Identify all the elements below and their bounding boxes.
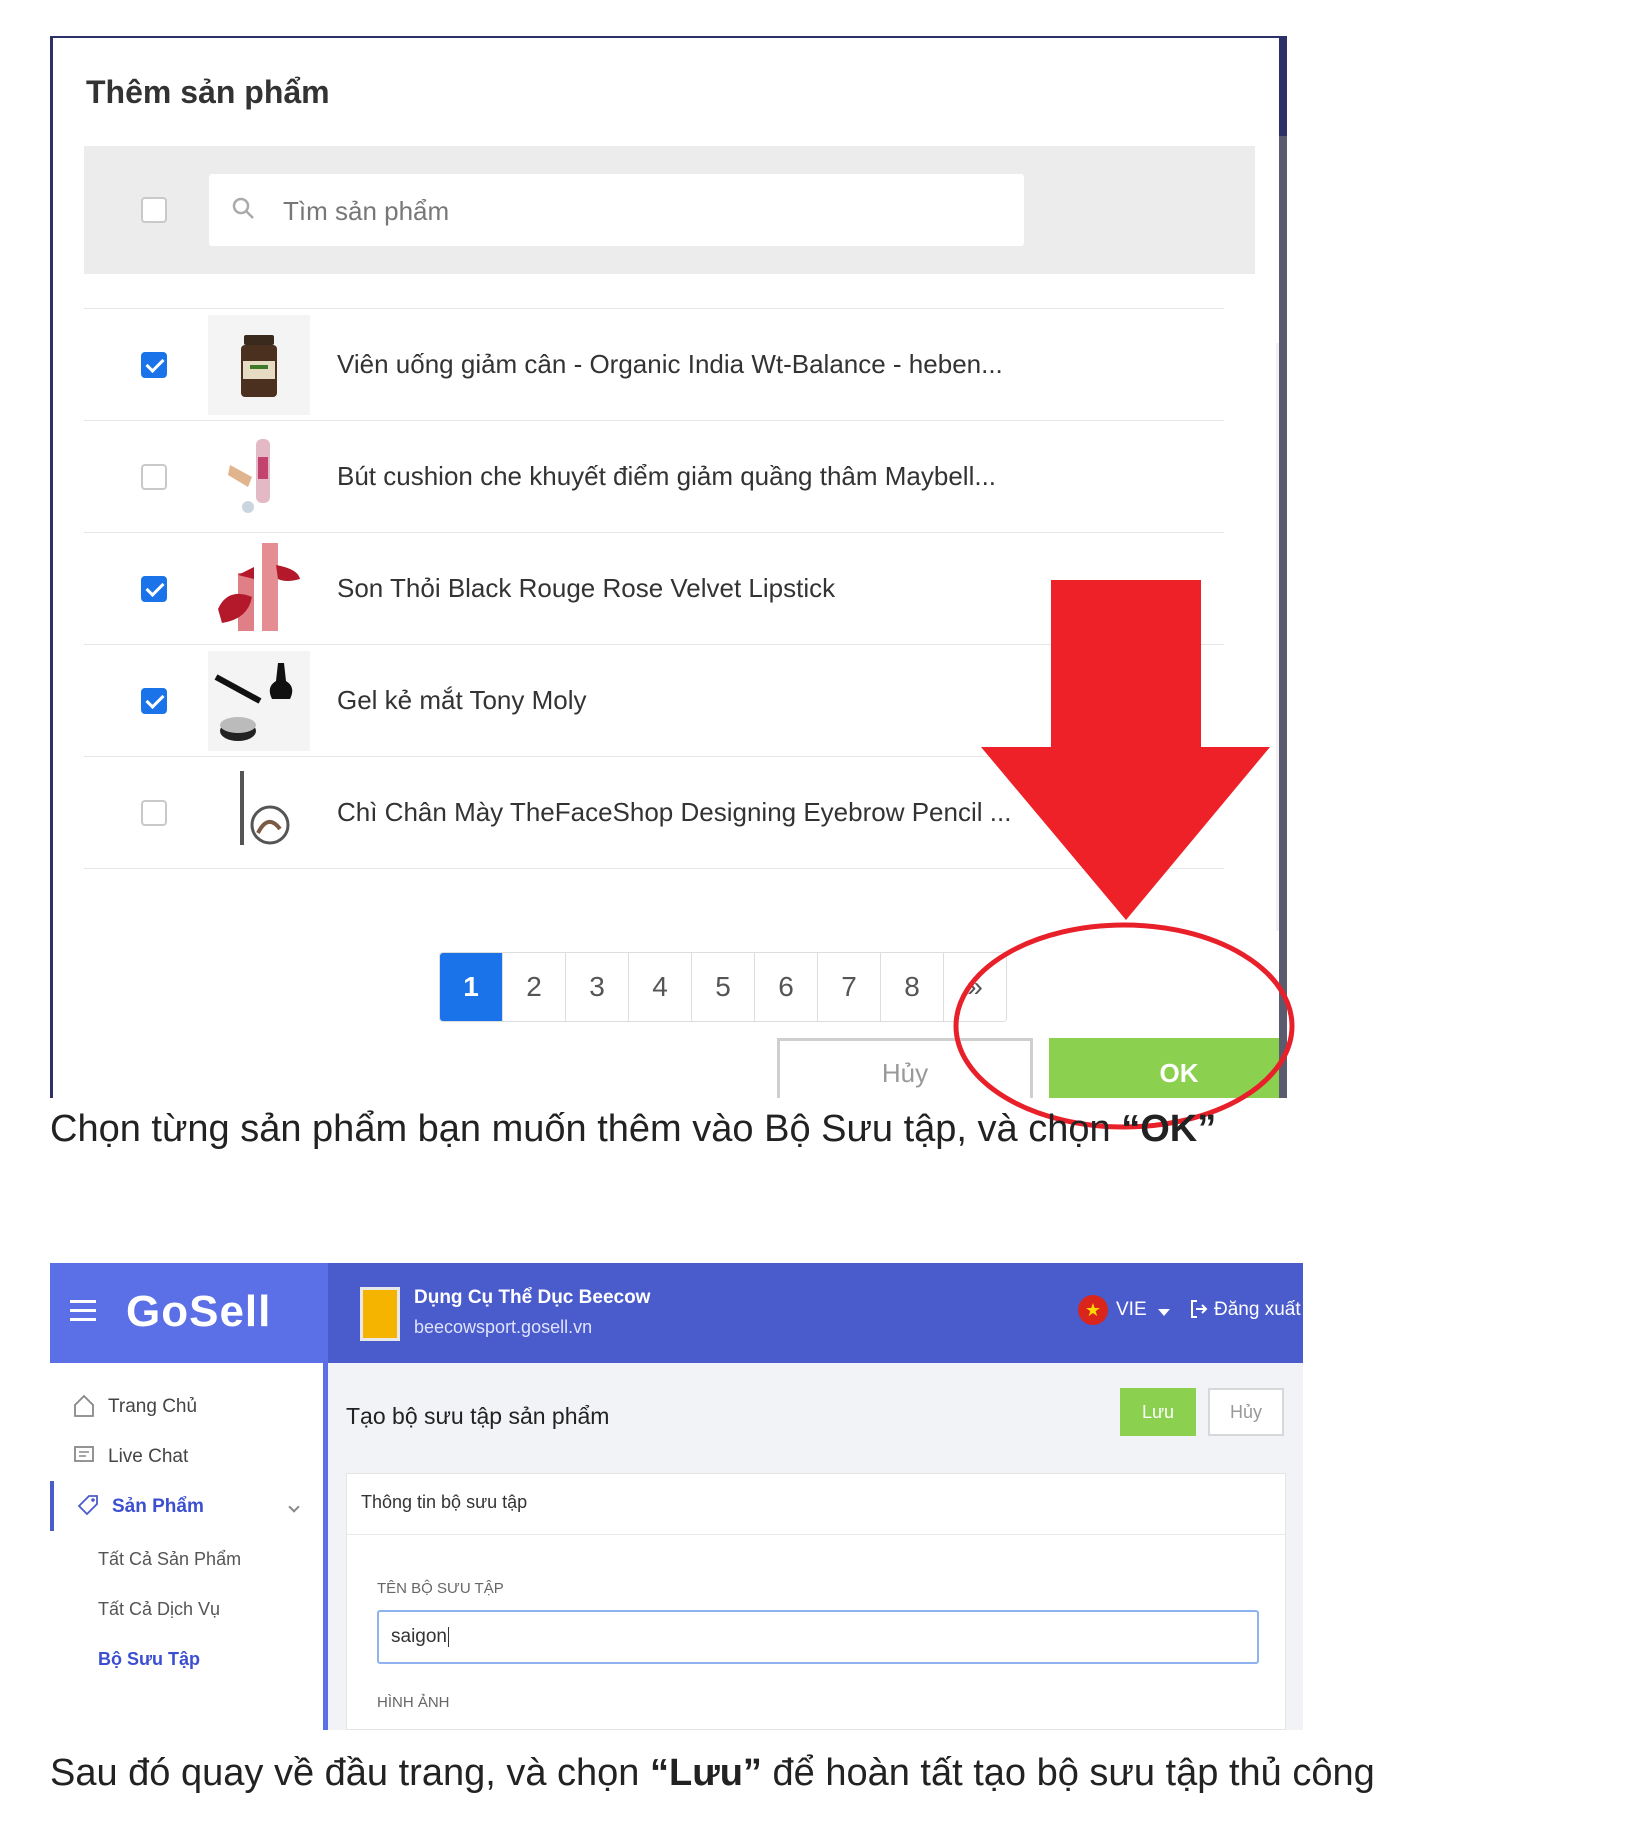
cancel-button[interactable]: Hủy xyxy=(1208,1388,1284,1436)
page-8-button[interactable]: 8 xyxy=(880,953,943,1021)
product-row[interactable]: Viên uống giảm cân - Organic India Wt-Ba… xyxy=(84,308,1224,421)
page-7-button[interactable]: 7 xyxy=(817,953,880,1021)
eyeliner-gel-icon xyxy=(214,663,293,741)
search-input[interactable]: Tìm sản phẩm xyxy=(209,174,1024,246)
product-list: Viên uống giảm cân - Organic India Wt-Ba… xyxy=(84,308,1224,908)
store-logo-icon xyxy=(360,1287,400,1341)
page-6-button[interactable]: 6 xyxy=(754,953,817,1021)
supplement-bottle-icon xyxy=(241,335,277,397)
eyebrow-pencil-icon xyxy=(240,771,290,845)
product-row[interactable]: Gel kẻ mắt Tony Moly xyxy=(84,644,1224,757)
sidebar-item-label: Trang Chủ xyxy=(108,1396,198,1417)
caption-step-save: Sau đó quay về đầu trang, và chọn “Lưu” … xyxy=(50,1752,1375,1795)
sidebar-item-home[interactable]: Trang Chủ xyxy=(50,1381,323,1431)
list-row-partial xyxy=(84,868,1224,908)
dialog-edge xyxy=(1279,36,1287,1098)
pagination: 1 2 3 4 5 6 7 8 » xyxy=(439,952,1007,1022)
sidebar-subitem-all-products[interactable]: Tất Cả Sản Phẩm xyxy=(98,1549,241,1570)
page-3-button[interactable]: 3 xyxy=(565,953,628,1021)
store-name: Dụng Cụ Thể Dục Beecow xyxy=(414,1287,651,1308)
caption-step-select: Chọn từng sản phẩm bạn muốn thêm vào Bộ … xyxy=(50,1108,1216,1151)
add-product-dialog: Thêm sản phẩm Tìm sản phẩm Viên uống giả… xyxy=(50,36,1286,1098)
product-thumbnail xyxy=(208,651,310,751)
cancel-button[interactable]: Hủy xyxy=(777,1038,1033,1098)
page-2-button[interactable]: 2 xyxy=(502,953,565,1021)
dialog-edge-top xyxy=(1279,36,1287,136)
collection-name-value: saigon xyxy=(391,1626,449,1647)
divider xyxy=(347,1534,1285,1535)
caption-bold: “Lưu” xyxy=(649,1752,762,1794)
select-all-checkbox[interactable] xyxy=(141,197,167,223)
product-checkbox[interactable] xyxy=(141,576,167,602)
product-row[interactable]: Chì Chân Mày TheFaceShop Designing Eyebr… xyxy=(84,756,1224,869)
dialog-title: Thêm sản phẩm xyxy=(86,74,330,110)
sidebar: Trang Chủ Live Chat Sản Phẩm Tất Cả Sản … xyxy=(50,1363,328,1730)
language-selector[interactable]: VIE xyxy=(1116,1299,1147,1321)
menu-icon[interactable] xyxy=(70,1300,96,1322)
ok-button[interactable]: OK xyxy=(1049,1038,1286,1098)
product-thumbnail xyxy=(208,763,310,863)
product-checkbox[interactable] xyxy=(141,688,167,714)
caption-text: Sau đó quay về đầu trang, và chọn xyxy=(50,1752,650,1794)
sidebar-item-label: Live Chat xyxy=(108,1446,189,1467)
save-button[interactable]: Lưu xyxy=(1120,1388,1196,1436)
caption-text-after: để hoàn tất tạo bộ sưu tập thủ công xyxy=(761,1752,1375,1794)
product-name: Viên uống giảm cân - Organic India Wt-Ba… xyxy=(337,349,1003,379)
search-icon xyxy=(232,197,254,219)
product-thumbnail xyxy=(208,539,310,639)
card-title: Thông tin bộ sưu tập xyxy=(361,1492,528,1512)
home-icon xyxy=(74,1394,94,1417)
page-title: Tạo bộ sưu tập sản phẩm xyxy=(346,1403,610,1429)
caption-text: Chọn từng sản phẩm bạn muốn thêm vào Bộ … xyxy=(50,1108,1122,1150)
vietnam-flag-icon: ★ xyxy=(1078,1295,1108,1325)
chevron-down-icon[interactable] xyxy=(1158,1309,1170,1316)
gosell-admin-screenshot: GoSell Dụng Cụ Thể Dục Beecow beecowspor… xyxy=(50,1263,1303,1730)
product-row[interactable]: Son Thỏi Black Rouge Rose Velvet Lipstic… xyxy=(84,532,1224,645)
product-thumbnail xyxy=(208,427,310,527)
page-5-button[interactable]: 5 xyxy=(691,953,754,1021)
product-checkbox[interactable] xyxy=(141,800,167,826)
product-name: Son Thỏi Black Rouge Rose Velvet Lipstic… xyxy=(337,573,836,603)
chat-icon xyxy=(74,1446,94,1462)
product-thumbnail xyxy=(208,315,310,415)
sidebar-subitem-collections[interactable]: Bộ Sưu Tập xyxy=(98,1649,200,1670)
top-header: Dụng Cụ Thể Dục Beecow beecowsport.gosel… xyxy=(328,1263,1303,1363)
lipstick-icon xyxy=(218,543,300,631)
product-row[interactable]: Bút cushion che khuyết điểm giảm quầng t… xyxy=(84,420,1224,533)
page-1-button[interactable]: 1 xyxy=(440,953,502,1021)
product-name: Gel kẻ mắt Tony Moly xyxy=(337,685,587,715)
sidebar-item-label: Sản Phẩm xyxy=(112,1496,204,1517)
product-checkbox[interactable] xyxy=(141,352,167,378)
tag-icon xyxy=(77,1495,98,1516)
next-page-button[interactable]: » xyxy=(943,953,1006,1021)
product-checkbox[interactable] xyxy=(141,464,167,490)
sidebar-item-products[interactable]: Sản Phẩm xyxy=(50,1481,327,1531)
store-url[interactable]: beecowsport.gosell.vn xyxy=(414,1317,592,1338)
page-4-button[interactable]: 4 xyxy=(628,953,691,1021)
gosell-logo: GoSell xyxy=(126,1287,272,1336)
search-placeholder: Tìm sản phẩm xyxy=(283,196,450,226)
logout-button[interactable]: Đăng xuất xyxy=(1214,1299,1301,1321)
product-name: Chì Chân Mày TheFaceShop Designing Eyebr… xyxy=(337,797,1012,827)
caption-bold: “OK” xyxy=(1121,1108,1217,1150)
concealer-pen-icon xyxy=(228,439,270,513)
sidebar-subitem-all-services[interactable]: Tất Cả Dịch Vụ xyxy=(98,1599,220,1620)
collection-name-input[interactable]: saigon xyxy=(377,1610,1259,1664)
collection-info-card: Thông tin bộ sưu tập TÊN BỘ SƯU TẬP saig… xyxy=(346,1473,1286,1730)
search-bar: Tìm sản phẩm xyxy=(84,146,1255,274)
sidebar-header: GoSell xyxy=(50,1263,328,1363)
logout-icon[interactable] xyxy=(1190,1299,1208,1319)
chevron-down-icon[interactable] xyxy=(288,1501,300,1513)
image-label: HÌNH ẢNH xyxy=(377,1694,450,1711)
product-name: Bút cushion che khuyết điểm giảm quầng t… xyxy=(337,461,997,491)
sidebar-item-live-chat[interactable]: Live Chat xyxy=(50,1431,323,1481)
collection-name-label: TÊN BỘ SƯU TẬP xyxy=(377,1580,504,1597)
